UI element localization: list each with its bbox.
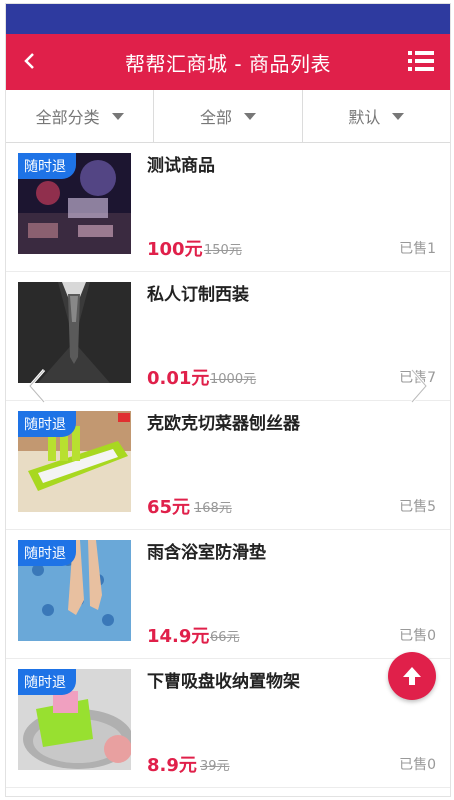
caret-down-icon <box>244 112 256 120</box>
filter-label: 默认 <box>348 108 381 127</box>
product-old-price: 1000元 <box>210 372 257 387</box>
product-name: 私人订制西装 <box>147 285 249 305</box>
product-item[interactable]: 私人订制西装 0.01元 1000元 已售7 <box>6 272 450 401</box>
product-price: 0.01元 <box>147 368 210 389</box>
product-sold-count: 已售1 <box>399 241 436 257</box>
product-image: 随时退 <box>18 540 131 641</box>
product-price: 100元 <box>147 239 203 260</box>
product-name: 测试商品 <box>147 156 215 176</box>
page-title: 帮帮汇商城 - 商品列表 <box>125 51 331 76</box>
filter-label: 全部分类 <box>35 108 100 127</box>
carousel-prev-button[interactable] <box>22 366 52 406</box>
header-bar: 帮帮汇商城 - 商品列表 <box>6 34 450 90</box>
product-old-price: 39元 <box>200 759 230 774</box>
filter-type[interactable]: 全部 <box>154 90 303 142</box>
product-name: 下曹吸盘收纳置物架 <box>147 672 300 692</box>
carousel-next-button[interactable] <box>404 366 434 406</box>
filter-category[interactable]: 全部分类 <box>6 90 155 142</box>
product-item[interactable]: 随时退 下曹吸盘收纳置物架 8.9元 39元 已售0 <box>6 659 450 788</box>
product-sold-count: 已售0 <box>399 757 436 773</box>
product-item[interactable]: 随时退 测试商品 100元 150元 已售1 <box>6 143 450 272</box>
product-price: 8.9元 <box>147 755 197 776</box>
back-button[interactable] <box>16 47 44 75</box>
product-list: 随时退 测试商品 100元 150元 已售1 私人订制西装 0.01元 1000… <box>6 143 450 788</box>
product-image: 随时退 <box>18 153 131 254</box>
menu-button[interactable] <box>408 50 434 72</box>
return-badge: 随时退 <box>18 153 76 179</box>
product-old-price: 150元 <box>204 243 242 258</box>
arrow-up-icon <box>403 667 421 685</box>
filter-sort[interactable]: 默认 <box>303 90 450 142</box>
product-sold-count: 已售5 <box>399 499 436 515</box>
app-frame: 帮帮汇商城 - 商品列表 全部分类 全部 默认 随时退 测试商品 100元 15… <box>6 4 450 796</box>
product-name: 克欧克切菜器刨丝器 <box>147 414 300 434</box>
status-bar <box>6 4 450 34</box>
return-badge: 随时退 <box>18 540 76 566</box>
product-old-price: 66元 <box>210 630 240 645</box>
product-sold-count: 已售0 <box>399 628 436 644</box>
product-item[interactable]: 随时退 雨含浴室防滑垫 14.9元 66元 已售0 <box>6 530 450 659</box>
return-badge: 随时退 <box>18 411 76 437</box>
product-name: 雨含浴室防滑垫 <box>147 543 266 563</box>
chevron-left-icon <box>24 53 34 69</box>
product-price: 14.9元 <box>147 626 210 647</box>
product-old-price: 168元 <box>194 501 232 516</box>
chevron-right-icon <box>410 369 428 403</box>
caret-down-icon <box>111 112 124 120</box>
filter-bar: 全部分类 全部 默认 <box>6 90 450 143</box>
product-image: 随时退 <box>18 669 131 770</box>
chevron-left-icon <box>28 369 46 403</box>
product-price: 65元 <box>147 497 191 518</box>
product-item[interactable]: 随时退 克欧克切菜器刨丝器 65元 168元 已售5 <box>6 401 450 530</box>
list-menu-icon <box>408 51 434 71</box>
scroll-to-top-button[interactable] <box>388 652 436 700</box>
caret-down-icon <box>392 112 405 120</box>
filter-label: 全部 <box>199 108 232 127</box>
product-image: 随时退 <box>18 411 131 512</box>
return-badge: 随时退 <box>18 669 76 695</box>
